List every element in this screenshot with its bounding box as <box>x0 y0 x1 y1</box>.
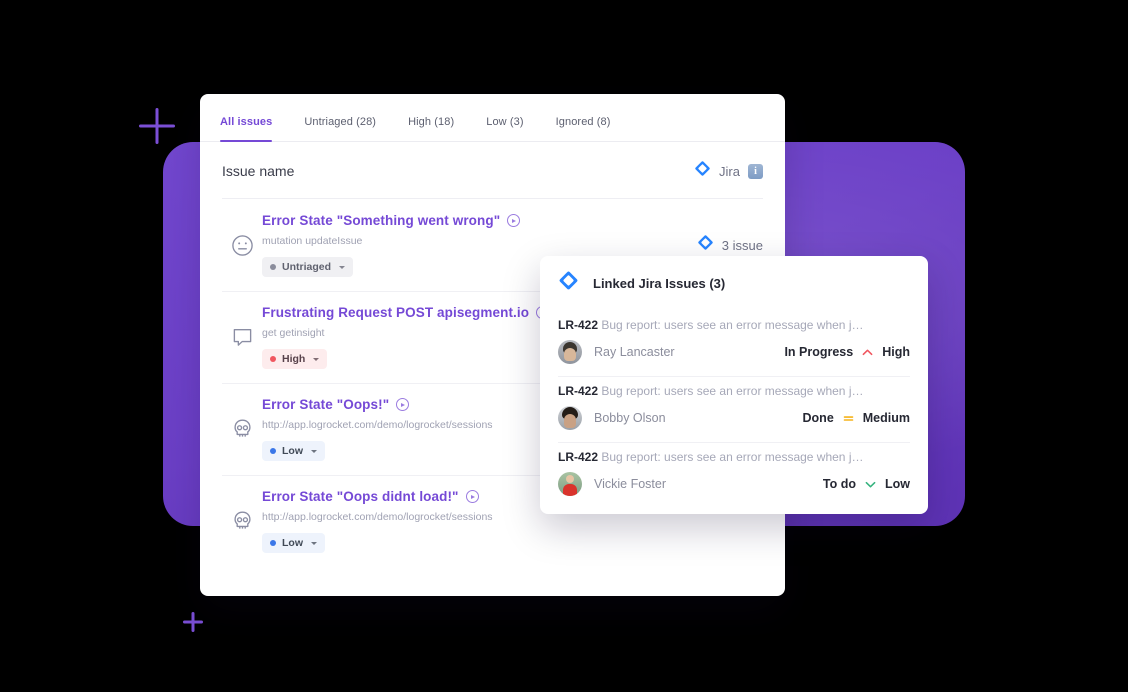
jira-issue-key: LR-422 <box>558 450 599 464</box>
linked-jira-issues-popup: Linked Jira Issues (3) LR-422 Bug report… <box>540 256 928 514</box>
issue-title-text: Error State "Oops didnt load!" <box>262 489 459 504</box>
avatar <box>558 340 582 364</box>
jira-logo-icon <box>694 160 711 182</box>
issue-title-text: Error State "Oops!" <box>262 397 390 412</box>
jira-issue-meta: Ray Lancaster In Progress High <box>558 340 910 364</box>
jira-issue-status-priority: Done Medium <box>803 411 910 425</box>
jira-logo-icon <box>558 270 579 296</box>
jira-issue-status-priority: To do Low <box>823 477 910 491</box>
avatar <box>558 472 582 496</box>
jira-issue-summary: Bug report: users see an error message w… <box>601 318 864 332</box>
chevron-down-icon <box>311 541 317 545</box>
jira-issue-summary-line: LR-422 Bug report: users see an error me… <box>558 450 910 464</box>
status-dot-icon <box>270 448 276 454</box>
assignee-name: Ray Lancaster <box>594 345 675 359</box>
tab-bar: All issues Untriaged (28) High (18) Low … <box>200 94 785 142</box>
linked-issue-count: 3 issue <box>721 237 763 253</box>
issue-name-column-header: Issue name <box>222 163 295 179</box>
tab-untriaged[interactable]: Untriaged (28) <box>304 116 376 141</box>
jira-issue-key: LR-422 <box>558 318 599 332</box>
jira-issue-status-priority: In Progress High <box>784 345 910 359</box>
status-badge[interactable]: Low <box>262 533 325 553</box>
chevron-up-icon <box>862 347 873 358</box>
screenshot-stage: All issues Untriaged (28) High (18) Low … <box>0 0 1128 692</box>
status-badge[interactable]: High <box>262 349 328 369</box>
issue-subtitle: mutation updateIssue <box>262 235 363 247</box>
status-dot-icon <box>270 540 276 546</box>
status-label: Low <box>282 537 303 549</box>
skull-icon <box>222 509 262 534</box>
tab-ignored[interactable]: Ignored (8) <box>556 116 611 141</box>
sparkle-icon-top <box>139 108 175 144</box>
status-label: Low <box>282 445 303 457</box>
status-label: Untriaged <box>282 261 332 273</box>
jira-issue-summary-line: LR-422 Bug report: users see an error me… <box>558 318 910 332</box>
chevron-down-icon <box>865 479 876 490</box>
popup-title: Linked Jira Issues (3) <box>593 275 726 291</box>
tab-low[interactable]: Low (3) <box>486 116 523 141</box>
tab-high[interactable]: High (18) <box>408 116 454 141</box>
list-header: Issue name Jira i <box>200 142 785 198</box>
chevron-down-icon <box>339 265 346 269</box>
row-jira-cell[interactable]: 3 issue <box>667 234 763 256</box>
avatar <box>558 406 582 430</box>
status-label: Done <box>802 411 834 425</box>
issue-title-text: Frustrating Request POST apisegment.io <box>262 305 530 320</box>
issue-title-link[interactable]: Error State "Something went wrong" <box>262 213 667 228</box>
tab-all-issues[interactable]: All issues <box>220 116 273 142</box>
jira-issue-key: LR-422 <box>558 384 599 398</box>
jira-logo-icon <box>697 234 714 256</box>
priority-label: Medium <box>862 411 910 425</box>
jira-label: Jira <box>719 163 740 179</box>
jira-issue-summary: Bug report: users see an error message w… <box>601 384 864 398</box>
info-icon[interactable]: i <box>748 163 763 179</box>
status-dot-icon <box>270 264 276 270</box>
status-label: In Progress <box>784 345 854 359</box>
status-badge[interactable]: Untriaged <box>262 257 354 277</box>
assignee-name: Bobby Olson <box>594 411 666 425</box>
chevron-down-icon <box>313 357 320 361</box>
equals-icon <box>843 413 854 424</box>
play-icon[interactable] <box>507 214 521 227</box>
jira-issue-meta: Bobby Olson Done Medium <box>558 406 910 430</box>
play-icon[interactable] <box>396 398 410 411</box>
chevron-down-icon <box>311 449 317 453</box>
neutral-face-icon <box>222 233 262 258</box>
jira-issue-meta: Vickie Foster To do Low <box>558 472 910 496</box>
jira-issue-summary-line: LR-422 Bug report: users see an error me… <box>558 384 910 398</box>
status-label: High <box>282 353 306 365</box>
skull-icon <box>222 417 262 442</box>
jira-column-header: Jira i <box>694 160 763 182</box>
list-item[interactable]: LR-422 Bug report: users see an error me… <box>558 376 910 442</box>
status-badge[interactable]: Low <box>262 441 325 461</box>
status-dot-icon <box>270 356 276 362</box>
priority-label: Low <box>885 477 910 491</box>
list-item[interactable]: LR-422 Bug report: users see an error me… <box>558 310 910 376</box>
popup-header: Linked Jira Issues (3) <box>558 256 910 310</box>
assignee-name: Vickie Foster <box>594 477 667 491</box>
issue-title-text: Error State "Something went wrong" <box>262 213 501 228</box>
list-item[interactable]: LR-422 Bug report: users see an error me… <box>558 442 910 508</box>
jira-issue-summary: Bug report: users see an error message w… <box>601 450 864 464</box>
speech-bubble-icon <box>222 325 262 350</box>
status-label: To do <box>822 477 856 491</box>
play-icon[interactable] <box>465 490 479 503</box>
sparkle-icon-bottom <box>183 612 203 632</box>
priority-label: High <box>882 345 910 359</box>
